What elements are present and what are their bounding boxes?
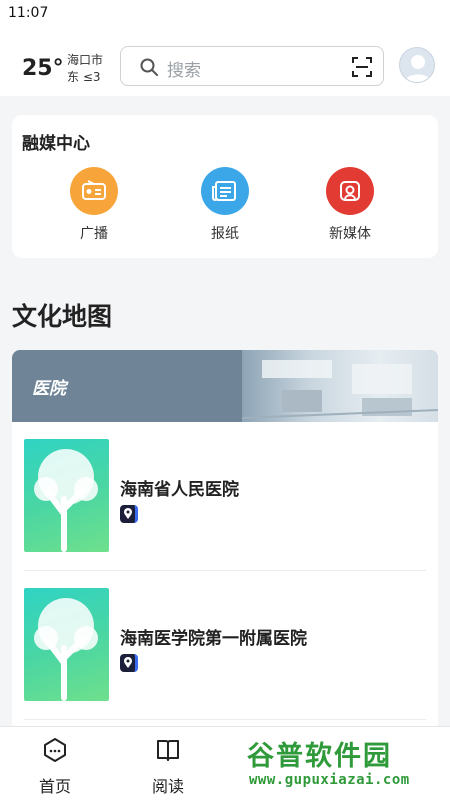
weather-city: 海口市 (67, 53, 104, 67)
hospital-thumbnail (24, 439, 109, 552)
media-item-newspaper[interactable]: 报纸 (185, 167, 265, 243)
search-icon (140, 58, 158, 76)
media-center-title: 融媒中心 (22, 134, 90, 154)
search-input[interactable]: 搜索 (120, 46, 384, 86)
book-icon (157, 740, 179, 761)
nav-item-read[interactable]: 阅读 (128, 737, 208, 797)
user-avatar-icon (405, 55, 431, 82)
weather-temperature: 25° (22, 56, 64, 81)
scan-icon[interactable] (351, 56, 373, 78)
watermark-url: www.gupuxiazai.com (249, 772, 410, 788)
category-label: 医院 (32, 379, 66, 399)
watermark-text: 谷普软件园 (247, 741, 392, 772)
category-banner[interactable]: 医院 (12, 350, 438, 422)
hospital-name: 海南省人民医院 (120, 480, 239, 500)
avatar[interactable] (399, 47, 435, 83)
media-item-label: 广播 (80, 226, 108, 242)
hospital-name: 海南医学院第一附属医院 (120, 629, 307, 649)
list-item[interactable]: 海南医学院第一附属医院 (24, 588, 426, 708)
media-center-card: 融媒中心 广播 报纸 新媒体 (12, 115, 438, 258)
media-item-radio[interactable]: 广播 (54, 167, 134, 243)
search-placeholder: 搜索 (167, 61, 201, 81)
media-item-label: 新媒体 (329, 226, 371, 242)
divider (24, 719, 426, 720)
section-title: 文化地图 (12, 302, 113, 331)
newspaper-icon (201, 167, 249, 215)
status-time: 11:07 (8, 5, 49, 21)
header: 25° 海口市 东 ≤3 搜索 (0, 26, 450, 96)
home-icon (44, 738, 66, 762)
new-media-icon (326, 167, 374, 215)
nav-label: 首页 (38, 777, 71, 796)
location-pin-icon (120, 505, 138, 523)
status-bar: 11:07 (0, 0, 450, 26)
divider (24, 570, 426, 571)
nav-label: 阅读 (151, 777, 184, 796)
location-pin-icon (120, 654, 138, 672)
hospital-room-image (241, 350, 438, 422)
media-item-new-media[interactable]: 新媒体 (310, 167, 390, 243)
nav-item-home[interactable]: 首页 (15, 737, 95, 797)
culture-map-card: 医院 海南省人民医院 海南医学院第一附属医院 (12, 350, 438, 730)
media-item-label: 报纸 (211, 226, 239, 242)
hospital-thumbnail (24, 588, 109, 701)
list-item[interactable]: 海南省人民医院 (24, 439, 426, 559)
watermark: 谷普软件园 www.gupuxiazai.com (247, 734, 447, 796)
radio-icon (70, 167, 118, 215)
weather-wind: 东 ≤3 (67, 70, 101, 84)
